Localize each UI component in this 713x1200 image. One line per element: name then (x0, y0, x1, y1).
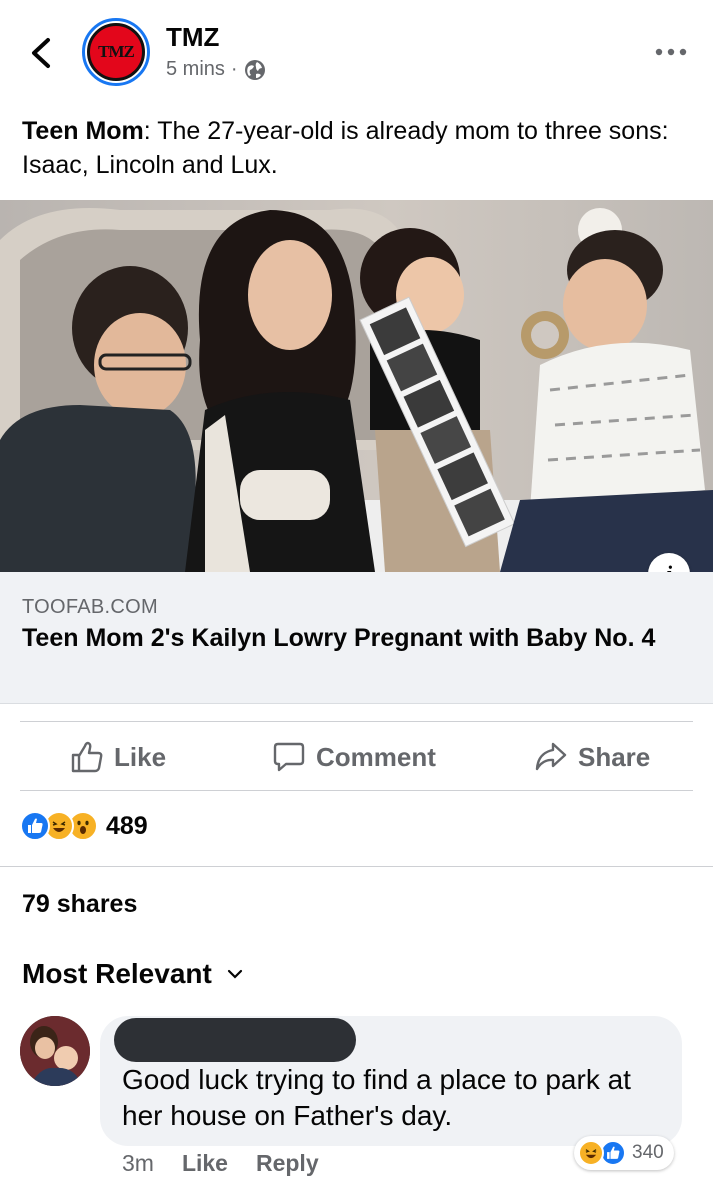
post-text-bold: Teen Mom (22, 117, 144, 145)
like-button[interactable]: Like (70, 740, 166, 774)
page-avatar[interactable]: TMZ (82, 18, 150, 86)
commenter-avatar[interactable] (20, 1016, 90, 1086)
meta-separator: · (230, 58, 238, 80)
share-label: Share (578, 741, 651, 772)
comment-meta: 3m Like Reply (122, 1150, 319, 1177)
thumbs-up-icon (71, 741, 103, 773)
comment-time: 3m (122, 1150, 154, 1176)
globe-icon (244, 59, 265, 80)
like-reaction-icon (20, 811, 50, 841)
comment-sort-dropdown[interactable]: Most Relevant (22, 958, 244, 990)
comment-icon (273, 742, 305, 772)
share-button[interactable]: Share (534, 740, 650, 774)
like-label: Like (114, 741, 167, 772)
reactions-summary[interactable]: 489 (20, 811, 148, 841)
page-name[interactable]: TMZ (166, 22, 219, 53)
chevron-left-icon[interactable] (26, 34, 56, 72)
divider-top (20, 721, 693, 722)
share-icon (535, 742, 567, 771)
comment-button[interactable]: Comment (272, 740, 436, 774)
commenter-photo (20, 1016, 90, 1086)
post-text: Teen Mom: The 27-year-old is already mom… (22, 114, 692, 182)
family-photo-illustration (0, 200, 713, 572)
post-header: TMZ TMZ 5 mins · (0, 0, 713, 100)
divider-bottom (20, 790, 693, 791)
more-horizontal-icon[interactable] (654, 44, 688, 60)
link-title[interactable]: Teen Mom 2's Kailyn Lowry Pregnant with … (22, 622, 702, 655)
comment-reactions[interactable]: 340 (574, 1136, 674, 1170)
chevron-down-icon (227, 969, 242, 979)
sort-label: Most Relevant (22, 958, 212, 989)
divider-reactions (0, 866, 713, 867)
redacted-commenter-name (114, 1018, 356, 1062)
comment-label: Comment (316, 741, 436, 772)
comment-text: Good luck trying to find a place to park… (122, 1064, 631, 1131)
tmz-logo: TMZ (87, 23, 145, 81)
reaction-count: 489 (106, 811, 148, 840)
haha-reaction-icon (578, 1140, 604, 1166)
action-bar: Like Comment Share (0, 725, 713, 789)
post-meta: 5 mins · (166, 58, 266, 81)
comment-reply-button[interactable]: Reply (256, 1150, 319, 1177)
link-domain: TOOFAB.COM (22, 596, 158, 618)
comment-like-button[interactable]: Like (182, 1150, 228, 1177)
link-preview-image[interactable] (0, 200, 713, 572)
post-timestamp[interactable]: 5 mins (166, 58, 225, 81)
comment-reaction-count: 340 (632, 1142, 664, 1163)
shares-count[interactable]: 79 shares (22, 890, 137, 919)
